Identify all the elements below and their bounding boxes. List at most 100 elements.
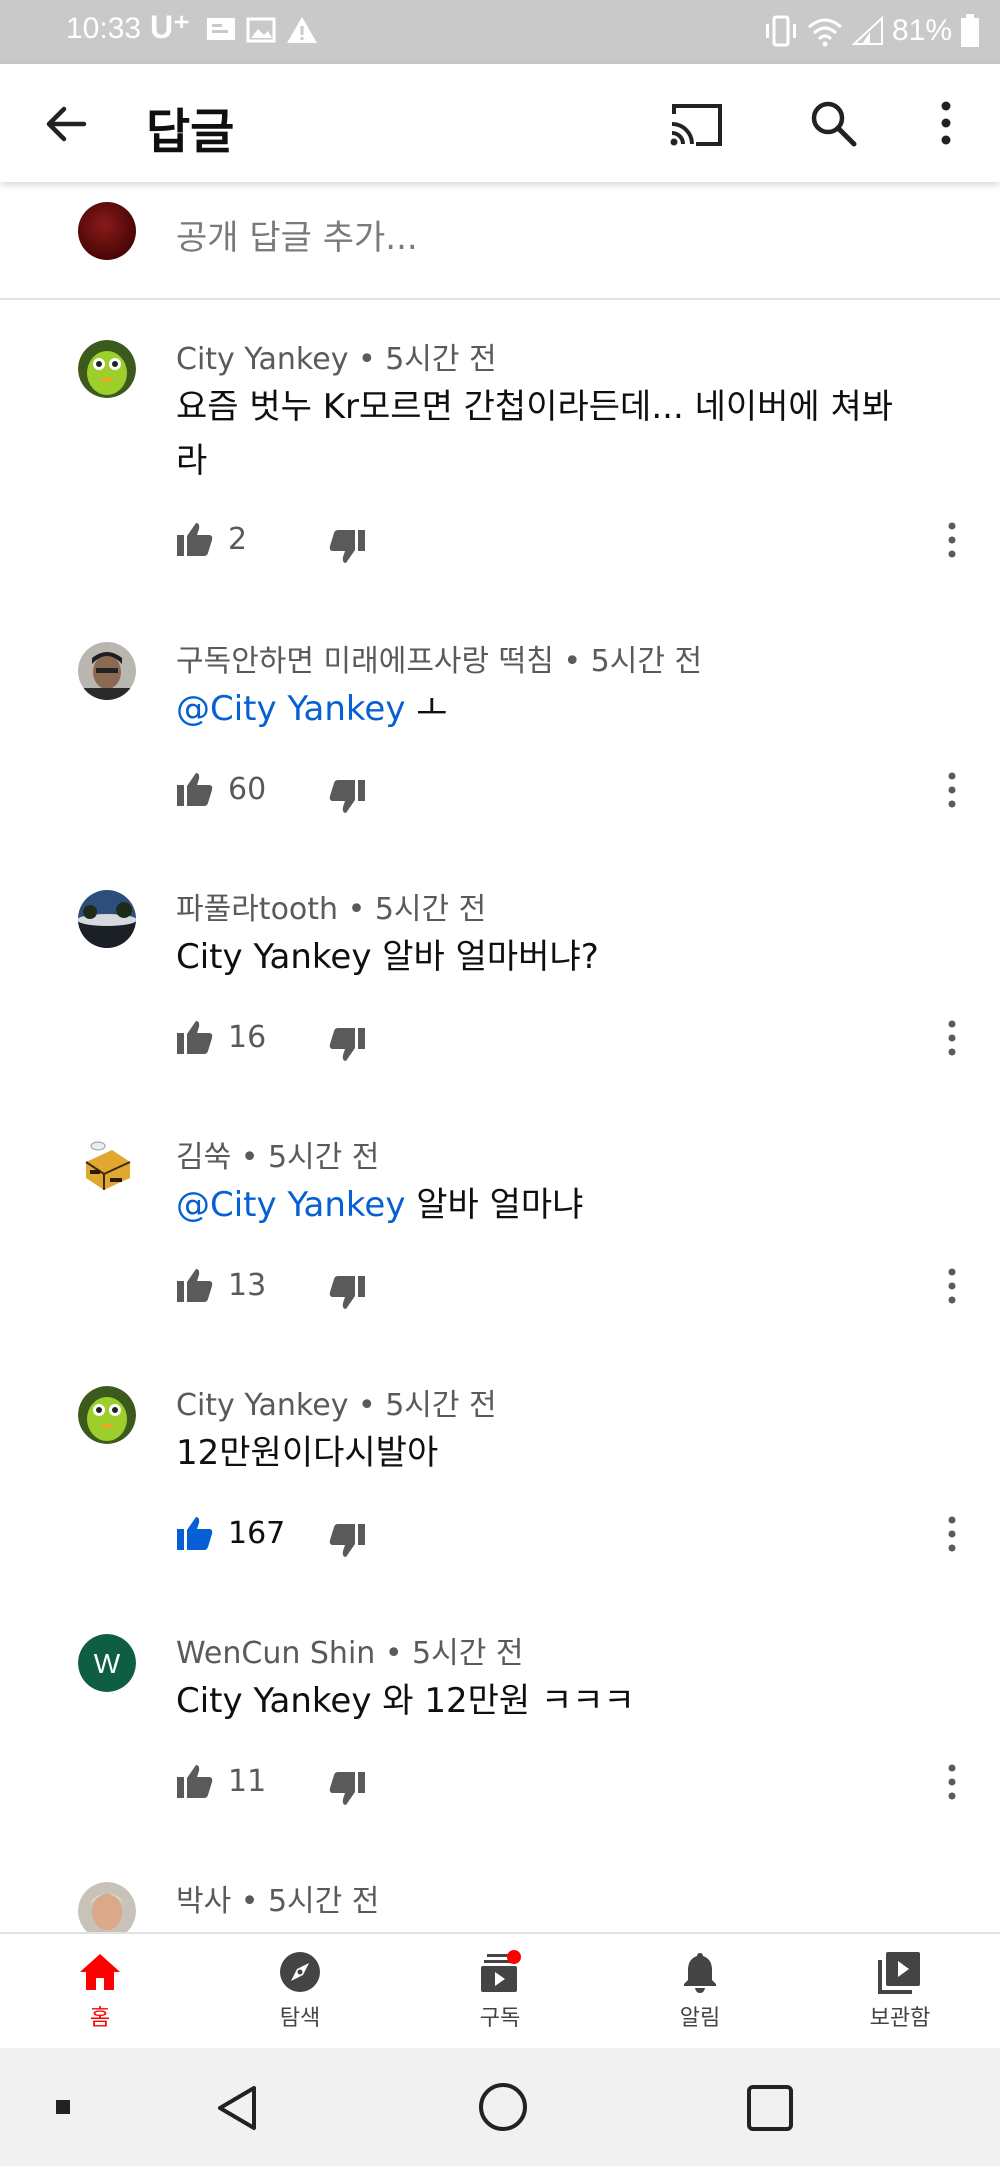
comment-more-icon[interactable]: [944, 1266, 960, 1306]
comment-body: City Yankey 알바 얼마버냐?: [176, 937, 599, 977]
wifi-icon: [807, 18, 842, 47]
back-nav-icon[interactable]: [214, 2084, 262, 2132]
dislike-icon[interactable]: [328, 1274, 366, 1312]
comment-body: City Yankey 와 12만원 ㅋㅋㅋ: [176, 1681, 635, 1721]
avatar[interactable]: [78, 1386, 136, 1444]
nav-label: 탐색: [279, 2006, 321, 2031]
avatar[interactable]: [78, 890, 136, 948]
recent-dot-icon[interactable]: [54, 2098, 72, 2116]
comment-item: 김쑥 • 5시간 전 @City Yankey 알바 얼마냐 13: [0, 1138, 1000, 1386]
battery-icon: [961, 14, 979, 47]
vibrate-icon: [765, 15, 796, 47]
carrier-label: U⁺: [150, 9, 190, 45]
library-icon: [878, 1952, 920, 1994]
page-title: 답글: [146, 104, 235, 160]
comment-actions: 60: [176, 770, 976, 820]
like-icon-active[interactable]: [176, 1514, 214, 1552]
comment-meta: City Yankey • 5시간 전: [176, 342, 497, 377]
comment-actions: 16: [176, 1018, 976, 1068]
dislike-icon[interactable]: [328, 1770, 366, 1808]
bell-icon: [684, 1953, 716, 1993]
nav-subscriptions[interactable]: 구독: [440, 1948, 560, 2032]
subscriptions-icon: [481, 1950, 521, 1992]
warning-icon: [287, 17, 317, 43]
nav-home[interactable]: 홈: [40, 1948, 160, 2032]
dislike-icon[interactable]: [328, 1522, 366, 1560]
nav-label: 구독: [479, 2006, 521, 2031]
nav-label: 보관함: [869, 2006, 931, 2031]
gallery-icon: [246, 17, 276, 43]
explore-icon: [280, 1952, 320, 1992]
comment-body: 요즘 벗누 Kr모르면 간첩이라든데... 네이버에 쳐봐라: [176, 387, 894, 481]
status-bar: 10:33 U⁺ 81%: [0, 0, 1000, 64]
comment-more-icon[interactable]: [944, 520, 960, 560]
nav-label: 홈: [89, 2006, 111, 2031]
like-count: 60: [228, 772, 267, 807]
comment-more-icon[interactable]: [944, 1762, 960, 1802]
more-options-icon[interactable]: [932, 96, 960, 150]
comment-body: 알바 얼마냐: [405, 1185, 584, 1225]
like-count: 16: [228, 1020, 267, 1055]
back-arrow-icon[interactable]: [40, 98, 92, 150]
like-icon[interactable]: [176, 520, 214, 558]
comment-actions: 13: [176, 1266, 976, 1316]
avatar[interactable]: W: [78, 1634, 136, 1692]
comment-meta: 박사 • 5시간 전: [176, 1884, 380, 1919]
like-count: 11: [228, 1764, 267, 1799]
nav-library[interactable]: 보관함: [840, 1948, 960, 2032]
like-icon[interactable]: [176, 1266, 214, 1304]
nav-notifications[interactable]: 알림: [640, 1948, 760, 2032]
comment-meta: WenCun Shin • 5시간 전: [176, 1636, 524, 1671]
dislike-icon[interactable]: [328, 1026, 366, 1064]
comment-meta: 파풀라tooth • 5시간 전: [176, 892, 487, 927]
reply-input[interactable]: 공개 답글 추가...: [176, 210, 418, 259]
avatar[interactable]: [78, 1138, 136, 1196]
dislike-icon[interactable]: [328, 528, 366, 566]
comment-text: @City Yankey ㅗ: [176, 682, 896, 736]
like-icon[interactable]: [176, 770, 214, 808]
status-time: 10:33: [66, 12, 142, 45]
overview-nav-icon[interactable]: [746, 2084, 794, 2132]
comment-body: ㅗ: [405, 689, 448, 729]
comment-text: City Yankey 알바 얼마버냐?: [176, 930, 896, 984]
comment-actions: 11: [176, 1762, 976, 1812]
like-icon[interactable]: [176, 1018, 214, 1056]
avatar[interactable]: [78, 1882, 136, 1932]
home-nav-icon[interactable]: [478, 2082, 528, 2132]
comment-more-icon[interactable]: [944, 1514, 960, 1554]
avatar-letter: W: [94, 1648, 121, 1679]
mention-link[interactable]: @City Yankey: [176, 689, 405, 729]
comment-meta: City Yankey • 5시간 전: [176, 1388, 497, 1423]
comment-actions: 167: [176, 1514, 976, 1564]
comment-item: 구독안하면 미래에프사랑 떡침 • 5시간 전 @City Yankey ㅗ 6…: [0, 642, 1000, 890]
nav-label: 알림: [679, 2006, 721, 2031]
signal-icon: [851, 16, 883, 45]
comment-item: 파풀라tooth • 5시간 전 City Yankey 알바 얼마버냐? 16: [0, 890, 1000, 1138]
like-count: 2: [228, 522, 248, 557]
message-icon: [207, 18, 235, 40]
comment-text: City Yankey 와 12만원 ㅋㅋㅋ: [176, 1674, 896, 1728]
battery-percent: 81%: [891, 14, 952, 47]
comment-text: 12만원이다시발아: [176, 1426, 896, 1480]
like-icon[interactable]: [176, 1762, 214, 1800]
app-bar: 답글: [0, 64, 1000, 182]
my-avatar: [78, 202, 136, 260]
system-navigation: [0, 2048, 1000, 2166]
avatar[interactable]: [78, 340, 136, 398]
avatar[interactable]: [78, 642, 136, 700]
bottom-navigation: 홈 탐색 구독 알림 보관함: [0, 1932, 1000, 2048]
dislike-icon[interactable]: [328, 778, 366, 816]
comment-text: @City Yankey 알바 얼마냐: [176, 1178, 896, 1232]
home-icon: [80, 1954, 120, 1990]
like-count: 13: [228, 1268, 267, 1303]
like-count: 167: [228, 1516, 286, 1551]
comment-more-icon[interactable]: [944, 1018, 960, 1058]
comment-actions: 2: [176, 520, 976, 570]
add-reply-row[interactable]: 공개 답글 추가...: [0, 186, 1000, 300]
comment-more-icon[interactable]: [944, 770, 960, 810]
mention-link[interactable]: @City Yankey: [176, 1185, 405, 1225]
nav-explore[interactable]: 탐색: [240, 1948, 360, 2032]
comment-item: City Yankey • 5시간 전 12만원이다시발아 167: [0, 1386, 1000, 1634]
cast-icon[interactable]: [666, 98, 726, 150]
search-icon[interactable]: [806, 96, 860, 150]
